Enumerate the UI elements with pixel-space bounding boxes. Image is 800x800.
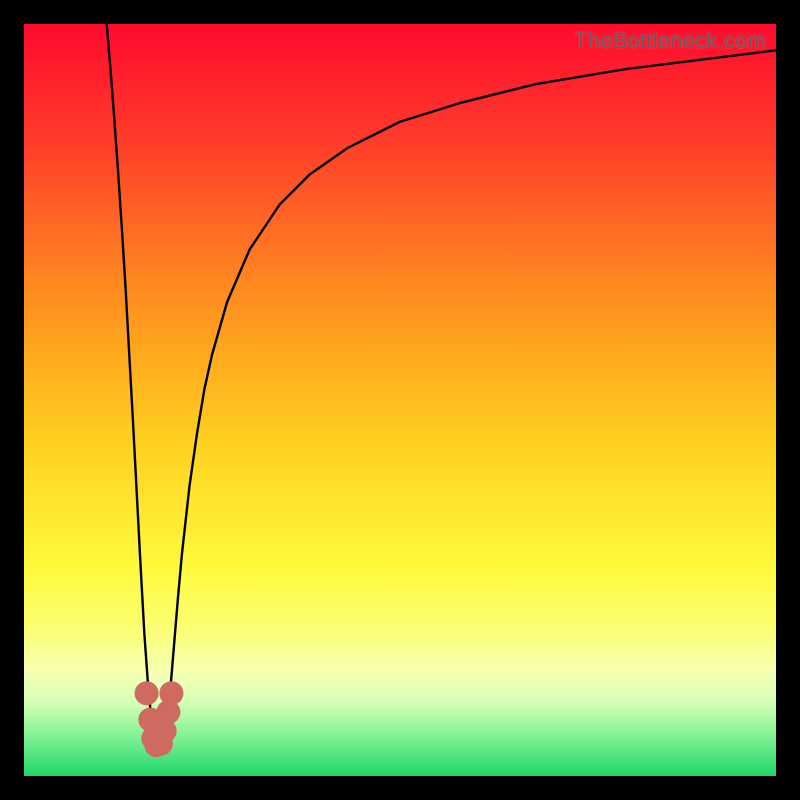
curve-marker	[135, 681, 159, 705]
plot-area: TheBottleneck.com	[24, 24, 776, 776]
gradient-background	[24, 24, 776, 776]
chart-svg	[24, 24, 776, 776]
chart-frame: TheBottleneck.com	[0, 0, 800, 800]
curve-marker	[159, 681, 183, 705]
